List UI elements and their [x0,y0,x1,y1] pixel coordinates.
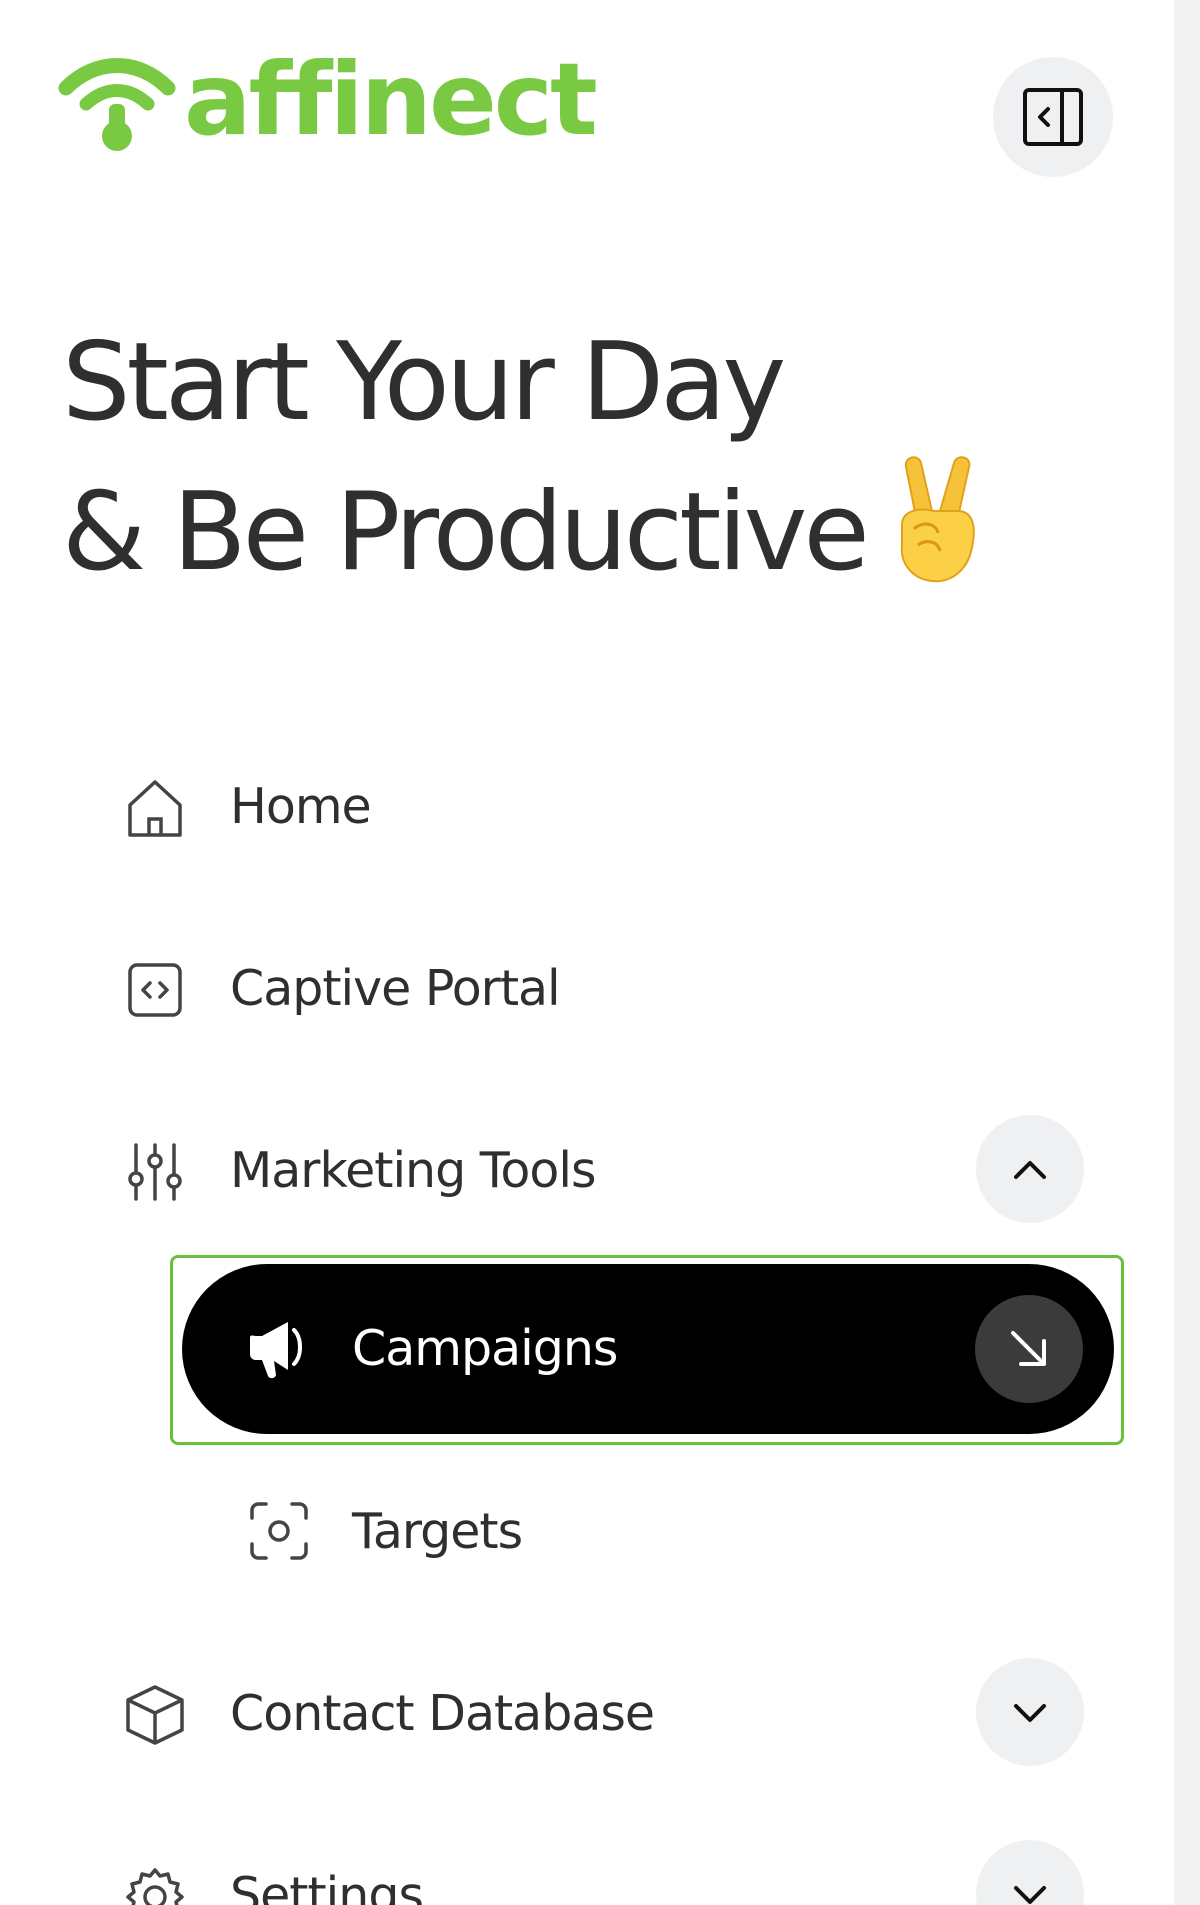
sub-item-campaigns[interactable]: Campaigns [182,1264,1114,1434]
chevron-down-icon [1014,1704,1046,1722]
nav-item-settings[interactable]: Settings [0,1834,1174,1905]
arrow-down-right-icon [1011,1331,1046,1366]
nav-item-captive-portal[interactable]: Captive Portal [0,927,1174,1047]
nav-label-captive-portal: Captive Portal [230,960,561,1017]
wifi-logo-icon [58,58,176,151]
nav-label-contact-database: Contact Database [230,1685,655,1742]
brand-name: affinect [184,41,598,158]
campaigns-open-button[interactable] [975,1295,1083,1403]
nav-item-home[interactable]: Home [0,745,1174,865]
chevron-down-icon [1014,1886,1046,1904]
sub-item-label-campaigns: Campaigns [352,1320,618,1377]
sliders-icon [128,1143,182,1201]
target-scan-icon [250,1502,308,1560]
brand-logo[interactable]: affinect [58,50,598,154]
nav-item-marketing-tools[interactable]: Marketing Tools [0,1109,1174,1229]
code-window-icon [128,963,182,1017]
sub-item-targets[interactable]: Targets [182,1470,1114,1590]
cube-icon [126,1685,184,1745]
headline-line-1: Start Your Day [62,320,786,445]
sidebar-collapse-icon [1023,88,1083,146]
contact-database-toggle-button[interactable] [976,1658,1084,1766]
home-icon [128,780,182,837]
gear-icon [126,1868,184,1905]
victory-hand-emoji [888,455,984,621]
nav-label-marketing-tools: Marketing Tools [230,1142,596,1199]
marketing-tools-toggle-button[interactable] [976,1115,1084,1223]
settings-toggle-button[interactable] [976,1840,1084,1905]
nav-label-settings: Settings [230,1867,424,1905]
nav-label-home: Home [230,778,372,835]
headline-line-2: & Be Productive [62,470,870,595]
chevron-up-icon [1014,1161,1046,1179]
page-headline: Start Your Day & Be Productive [62,310,984,621]
megaphone-icon [250,1322,302,1379]
sub-item-label-targets: Targets [352,1503,523,1560]
sidebar-collapse-button[interactable] [993,57,1113,177]
nav-item-contact-database[interactable]: Contact Database [0,1652,1174,1772]
sidebar: affinect Start Your Day & Be Productive … [0,0,1174,1905]
